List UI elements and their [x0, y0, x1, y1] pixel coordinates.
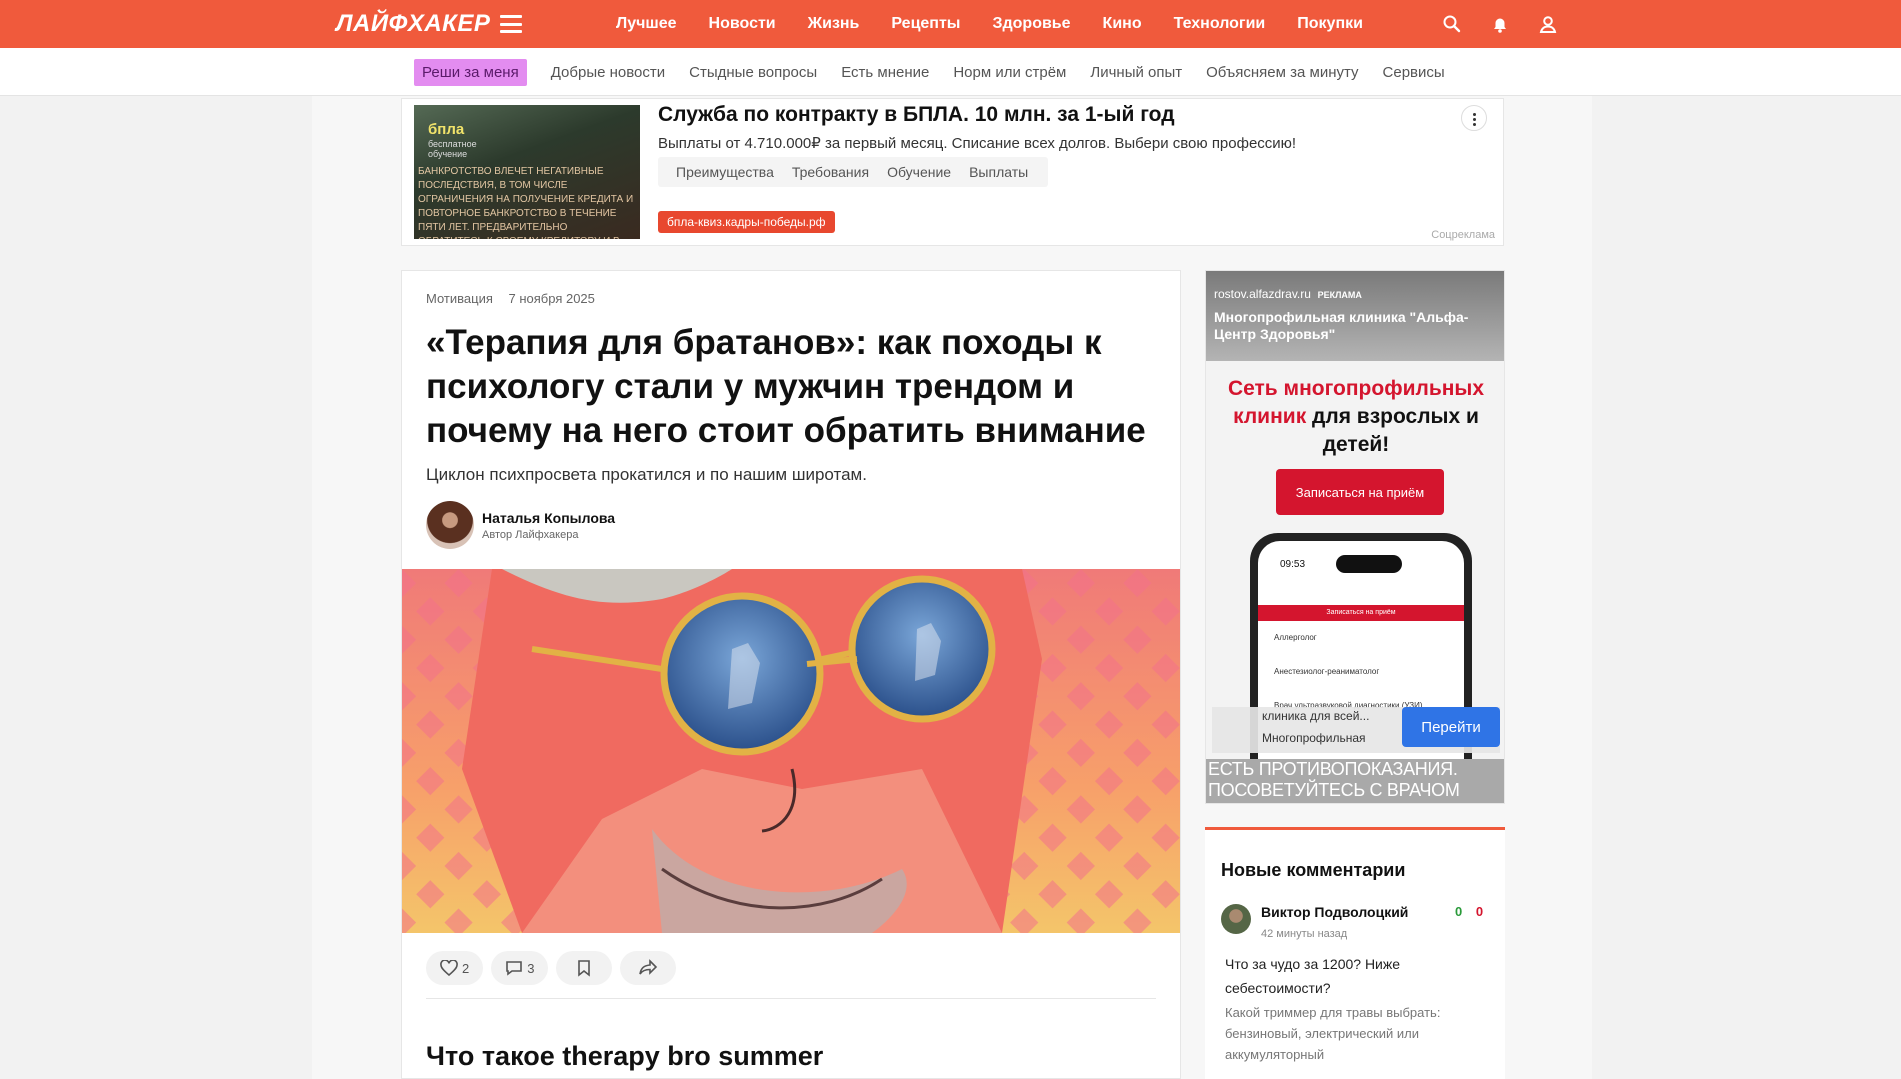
subnav-explain-minute[interactable]: Объясняем за минуту: [1206, 64, 1358, 81]
side-ad-slogan: Сеть многопрофильных клиник для взрослых…: [1227, 377, 1485, 456]
goto-line-1: клиника для всей...: [1262, 709, 1370, 723]
subnav-personal-experience[interactable]: Личный опыт: [1090, 64, 1182, 81]
search-icon[interactable]: [1440, 12, 1464, 36]
subnav-norm-or-cringe[interactable]: Норм или стрём: [953, 64, 1066, 81]
ad-tab-advantages[interactable]: Преимущества: [676, 164, 774, 180]
comment-icon: [506, 961, 523, 976]
goto-line-2: Многопрофильная: [1262, 731, 1366, 745]
article-date: 7 ноября 2025: [508, 291, 595, 306]
subnav-good-news[interactable]: Добрые новости: [551, 64, 665, 81]
like-button[interactable]: 2: [426, 951, 484, 985]
ad-image-brand-sub: бесплатное обучение: [428, 139, 477, 159]
nav-item-movies[interactable]: Кино: [1103, 15, 1142, 33]
article-author[interactable]: Наталья Копылова Автор Лайфхакера: [426, 501, 615, 549]
user-icon[interactable]: [1536, 12, 1560, 36]
nav-item-best[interactable]: Лучшее: [616, 15, 677, 33]
top-ad-banner[interactable]: бпла бесплатное обучение БАНКРОТСТВО ВЛЕ…: [401, 98, 1504, 246]
comment-votes: 0 0: [1455, 904, 1483, 919]
main-nav: Лучшее Новости Жизнь Рецепты Здоровье Ки…: [616, 0, 1395, 48]
nav-item-recipes[interactable]: Рецепты: [891, 15, 960, 33]
site-logo[interactable]: ЛАЙФХАКЕР: [336, 10, 490, 38]
comments-heading: Новые комментарии: [1221, 860, 1406, 880]
comment-avatar[interactable]: [1221, 904, 1251, 934]
subnav-opinion[interactable]: Есть мнение: [841, 64, 929, 81]
comment-topic-link[interactable]: Какой триммер для травы выбрать: бензино…: [1225, 1002, 1485, 1065]
nav-item-life[interactable]: Жизнь: [808, 15, 860, 33]
phone-row: Анестезиолог-реаниматолог: [1274, 667, 1380, 676]
comment-author[interactable]: Виктор Подволоцкий: [1261, 904, 1408, 920]
article-category[interactable]: Мотивация: [426, 291, 493, 306]
ad-tab-training[interactable]: Обучение: [887, 164, 951, 180]
goto-strip[interactable]: клиника для всей... Многопрофильная Пере…: [1212, 707, 1500, 753]
menu-icon[interactable]: [500, 15, 522, 33]
article-meta: Мотивация 7 ноября 2025: [426, 291, 607, 306]
comment-count: 3: [527, 960, 535, 976]
side-ad-banner[interactable]: rostov.alfazdrav.ru РЕКЛАМА Многопрофиль…: [1205, 270, 1505, 804]
ad-description: Выплаты от 4.710.000₽ за первый месяц. С…: [658, 135, 1297, 152]
phone-row: Аллерголог: [1274, 633, 1317, 642]
bookmark-icon: [578, 960, 591, 977]
article-actions: 2 3: [426, 951, 677, 985]
vote-minus[interactable]: 0: [1476, 904, 1483, 919]
comment-text[interactable]: Что за чудо за 1200? Ниже себестоимости?: [1225, 952, 1485, 1000]
comment-time: 42 минуты назад: [1261, 928, 1348, 940]
ad-url-button[interactable]: бпла-квиз.кадры-победы.рф: [658, 211, 835, 233]
bookmark-button[interactable]: [556, 951, 613, 985]
bell-icon[interactable]: [1488, 12, 1512, 36]
subnav-services[interactable]: Сервисы: [1383, 64, 1445, 81]
side-ad-site[interactable]: rostov.alfazdrav.ru РЕКЛАМА: [1214, 287, 1362, 301]
ad-image-disclaimer: БАНКРОТСТВО ВЛЕЧЕТ НЕГАТИВНЫЕ ПОСЛЕДСТВИ…: [418, 166, 634, 239]
phone-bar: Записаться на приём: [1258, 605, 1464, 621]
author-avatar[interactable]: [426, 501, 474, 549]
comments-button[interactable]: 3: [491, 951, 549, 985]
sub-nav-bar: Реши за меня Добрые новости Стыдные вопр…: [0, 48, 1901, 96]
appointment-button[interactable]: Записаться на приём: [1276, 469, 1444, 515]
divider: [426, 998, 1156, 999]
ad-label: Соцреклама: [1431, 229, 1495, 241]
new-comments-panel: Новые комментарии Виктор Подволоцкий 42 …: [1205, 827, 1505, 1079]
phone-time: 09:53: [1280, 559, 1306, 570]
heart-icon: [440, 960, 458, 976]
header-icons: [1440, 12, 1560, 36]
author-name[interactable]: Наталья Копылова: [482, 510, 615, 526]
subnav-decide-for-me[interactable]: Реши за меня: [414, 58, 527, 86]
nav-item-tech[interactable]: Технологии: [1174, 15, 1266, 33]
subnav-awkward-questions[interactable]: Стыдные вопросы: [689, 64, 817, 81]
ad-tabs: Преимущества Требования Обучение Выплаты: [658, 157, 1049, 187]
sub-nav: Реши за меня Добрые новости Стыдные вопр…: [414, 56, 1469, 88]
ad-tab-requirements[interactable]: Требования: [792, 164, 869, 180]
author-role: Автор Лайфхакера: [482, 528, 579, 541]
nav-item-shopping[interactable]: Покупки: [1297, 15, 1363, 33]
goto-button[interactable]: Перейти: [1402, 707, 1500, 747]
ad-title[interactable]: Служба по контракту в БПЛА. 10 млн. за 1…: [658, 103, 1175, 127]
share-icon: [639, 959, 658, 975]
article-card: Мотивация 7 ноября 2025 «Терапия для бра…: [401, 270, 1181, 1079]
nav-item-news[interactable]: Новости: [709, 15, 776, 33]
nav-item-health[interactable]: Здоровье: [992, 15, 1070, 33]
article-hero-image: [402, 569, 1180, 933]
article-title: «Терапия для братанов»: как походы к пси…: [426, 323, 1146, 450]
ad-image-brand: бпла: [428, 121, 465, 138]
more-options-icon[interactable]: [1461, 105, 1487, 131]
side-ad-warning: ЕСТЬ ПРОТИВОПОКАЗАНИЯ. ПОСОВЕТУЙТЕСЬ С В…: [1206, 759, 1504, 803]
vote-plus[interactable]: 0: [1455, 904, 1462, 919]
share-button[interactable]: [620, 951, 677, 985]
top-header: ЛАЙФХАКЕР Лучшее Новости Жизнь Рецепты З…: [0, 0, 1901, 48]
side-ad-header: rostov.alfazdrav.ru РЕКЛАМА Многопрофиль…: [1206, 271, 1504, 361]
ad-tab-payments[interactable]: Выплаты: [969, 164, 1028, 180]
like-count: 2: [462, 960, 470, 976]
section-heading: Что такое therapy bro summer: [426, 1041, 824, 1071]
ad-image[interactable]: бпла бесплатное обучение БАНКРОТСТВО ВЛЕ…: [414, 105, 640, 239]
article-lead: Циклон психпросвета прокатился и по наши…: [426, 465, 867, 484]
side-ad-title[interactable]: Многопрофильная клиника "Альфа-Центр Здо…: [1214, 309, 1504, 343]
